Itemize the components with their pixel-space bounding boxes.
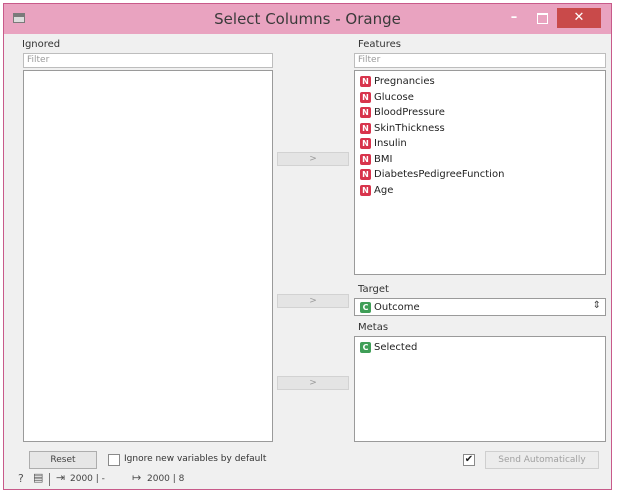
target-selected-name: Outcome xyxy=(374,302,420,313)
list-item[interactable]: N BloodPressure xyxy=(355,105,605,121)
features-filter-input[interactable]: Filter xyxy=(354,53,606,68)
numeric-variable-icon: N xyxy=(360,169,371,180)
numeric-variable-icon: N xyxy=(360,184,371,196)
list-item-label: Pregnancies xyxy=(374,76,435,87)
select-columns-window: Select Columns - Orange – ✕ Ignored Filt… xyxy=(3,3,612,490)
list-item[interactable]: N Glucose xyxy=(355,90,605,106)
ignored-label: Ignored xyxy=(22,39,61,50)
categorical-variable-icon: C xyxy=(360,302,371,313)
list-item-label: BloodPressure xyxy=(374,107,445,118)
list-item[interactable]: N DiabetesPedigreeFunction xyxy=(355,167,605,183)
categorical-variable-icon: C xyxy=(360,342,371,353)
list-item-label: Age xyxy=(374,184,394,196)
list-item[interactable]: N SkinThickness xyxy=(355,121,605,137)
target-combo[interactable]: C Outcome ⇕ xyxy=(354,298,606,316)
status-separator xyxy=(49,473,50,486)
maximize-icon xyxy=(536,13,548,24)
move-to-target-button[interactable]: > xyxy=(277,294,349,308)
help-icon[interactable]: ? xyxy=(18,472,24,485)
numeric-variable-icon: N xyxy=(360,122,371,134)
maximize-button[interactable] xyxy=(529,8,555,28)
list-item[interactable]: C Selected xyxy=(355,340,605,356)
input-data-icon: ⇥ xyxy=(56,471,66,484)
target-selected-item: C Outcome xyxy=(355,300,420,316)
send-automatically-button[interactable]: Send Automatically xyxy=(485,451,599,469)
list-item[interactable]: N Insulin xyxy=(355,136,605,152)
numeric-variable-icon: N xyxy=(360,76,371,87)
move-to-features-button[interactable]: > xyxy=(277,152,349,166)
title-bar[interactable]: Select Columns - Orange – ✕ xyxy=(4,4,611,34)
numeric-variable-icon: N xyxy=(360,153,371,165)
metas-list[interactable]: C Selected xyxy=(354,336,606,442)
move-to-metas-button[interactable]: > xyxy=(277,376,349,390)
ignore-new-variables-checkbox[interactable] xyxy=(108,454,120,466)
minimize-button[interactable]: – xyxy=(501,8,527,28)
ignore-new-variables-label: Ignore new variables by default xyxy=(124,454,267,464)
send-automatically-checkbox[interactable]: ✔ xyxy=(463,454,475,466)
list-item[interactable]: N Pregnancies xyxy=(355,74,605,90)
combo-spin-icon: ⇕ xyxy=(592,300,601,311)
list-item[interactable]: N BMI xyxy=(355,152,605,168)
output-data-icon: ↦ xyxy=(132,471,142,484)
report-icon[interactable]: ▤ xyxy=(33,471,43,484)
list-item[interactable]: N Age xyxy=(355,183,605,199)
features-label: Features xyxy=(358,39,401,50)
metas-label: Metas xyxy=(358,322,389,333)
close-button[interactable]: ✕ xyxy=(557,8,601,28)
input-count: 2000 | - xyxy=(70,474,105,484)
ignored-filter-input[interactable]: Filter xyxy=(23,53,273,68)
numeric-variable-icon: N xyxy=(360,107,371,118)
features-list[interactable]: N Pregnancies N Glucose N BloodPressure N SkinT… xyxy=(354,70,606,275)
close-icon: ✕ xyxy=(573,10,585,25)
output-count: 2000 | 8 xyxy=(147,474,185,484)
list-item-label: Selected xyxy=(374,342,418,353)
reset-button[interactable]: Reset xyxy=(29,451,97,469)
list-item-label: DiabetesPedigreeFunction xyxy=(374,169,505,180)
numeric-variable-icon: N xyxy=(360,138,371,149)
list-item-label: Glucose xyxy=(374,91,414,103)
list-item-label: Insulin xyxy=(374,138,407,149)
ignored-list[interactable] xyxy=(23,70,273,442)
list-item-label: SkinThickness xyxy=(374,122,445,134)
numeric-variable-icon: N xyxy=(360,91,371,103)
target-label: Target xyxy=(358,284,389,295)
list-item-label: BMI xyxy=(374,153,393,165)
